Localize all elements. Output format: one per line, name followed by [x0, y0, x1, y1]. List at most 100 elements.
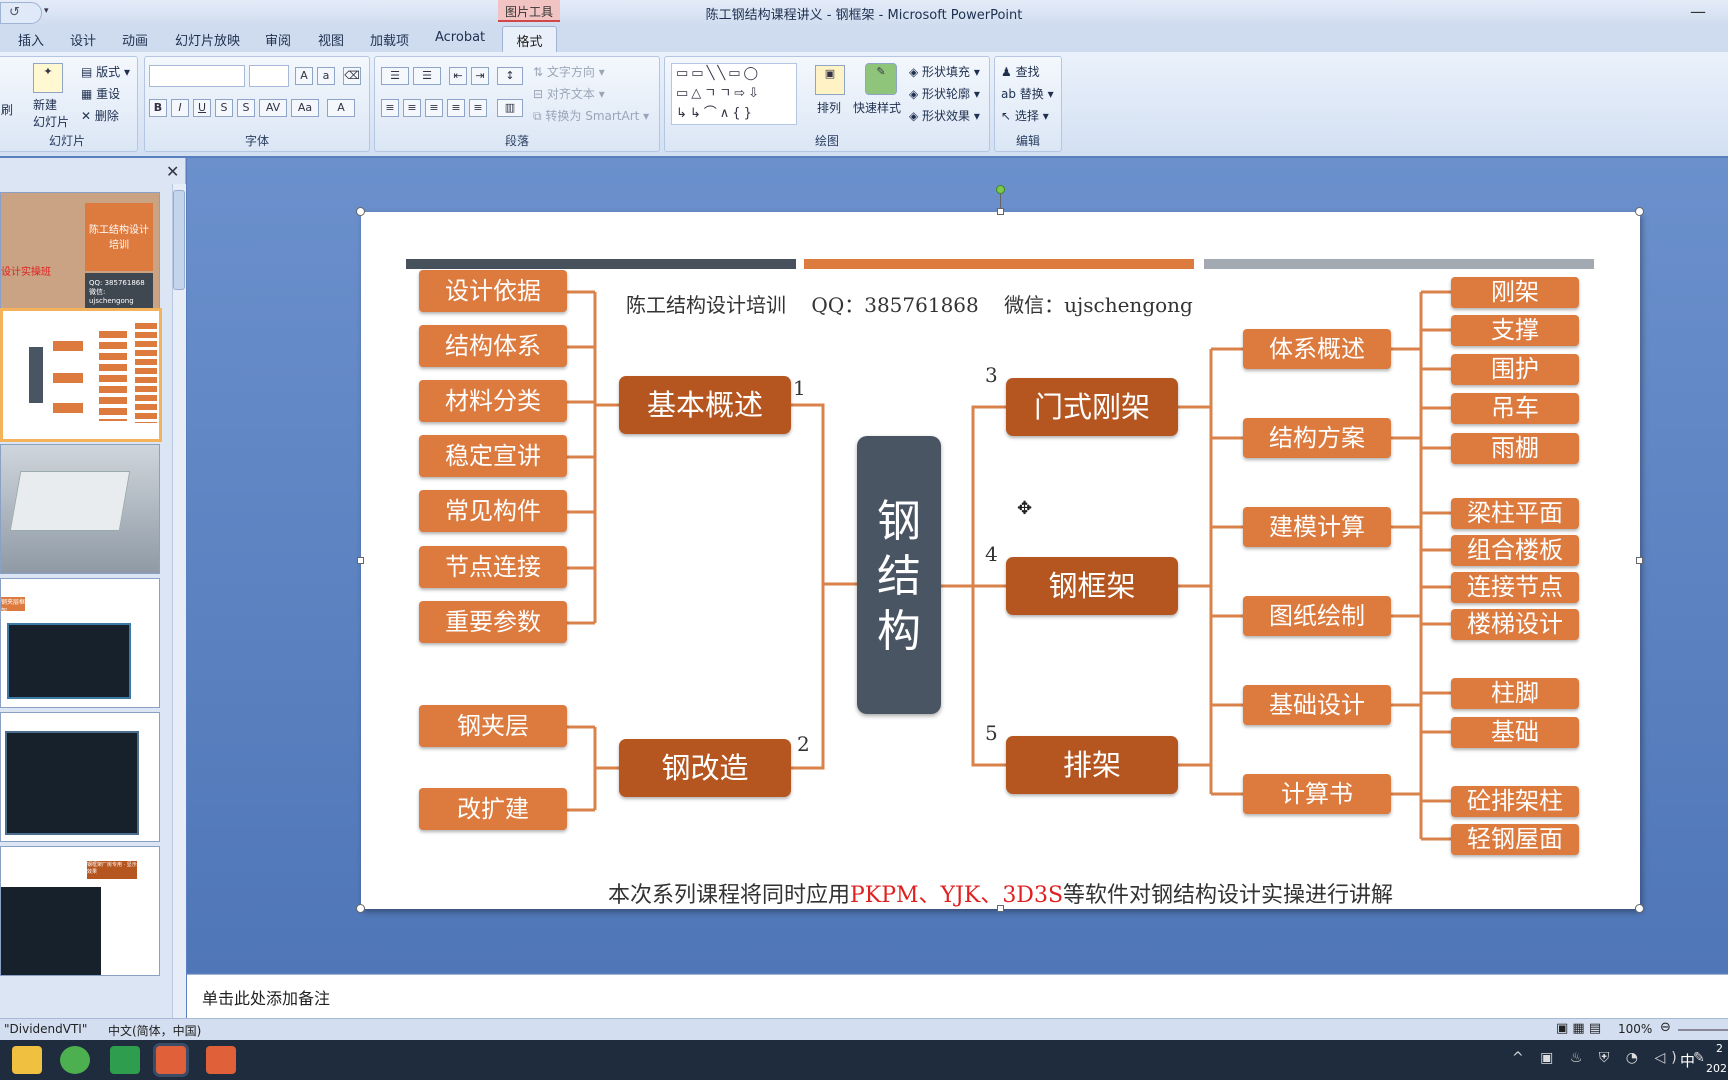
thumb-building-image — [9, 471, 131, 531]
app-c-orange-icon[interactable] — [206, 1046, 236, 1074]
line-spacing-icon[interactable]: ↕ — [497, 67, 523, 85]
font-color-icon[interactable]: A — [327, 99, 355, 117]
file-explorer-icon[interactable] — [12, 1046, 42, 1074]
tab-addins[interactable]: 加载项 — [370, 30, 409, 49]
shape-effects-button[interactable]: ◈ 形状效果 ▾ — [909, 107, 980, 124]
slide[interactable]: 陈工结构设计培训 QQ：385761868 微信：ujschengong 钢结构… — [356, 185, 1644, 913]
arrange-button[interactable]: 排列 — [817, 99, 841, 116]
shapes-gallery[interactable]: ▭▭╲╲▭◯ ▭△ㄱㄱ⇨⇩ ↳↳⌒∧{} — [671, 63, 797, 125]
columns-icon[interactable]: ▥ — [497, 99, 523, 117]
thumb-node — [53, 373, 83, 383]
clock-date[interactable]: 202 — [1706, 1062, 1727, 1075]
zoom-out-icon[interactable]: ⊖ — [1660, 1020, 1671, 1035]
shape-outline-label: 形状轮廓 — [922, 87, 971, 101]
resize-handle[interactable] — [997, 208, 1004, 215]
font-name-box[interactable] — [149, 65, 245, 87]
increase-indent-icon[interactable]: ⇥ — [471, 67, 489, 85]
minimize-icon[interactable]: — — [1690, 2, 1706, 21]
tab-animation[interactable]: 动画 — [122, 30, 148, 49]
slide-thumbnail-4[interactable]: 钢夹层框架 — [0, 578, 160, 708]
spacing-icon[interactable]: AV — [259, 99, 287, 117]
replace-button[interactable]: ab 替换 ▾ — [1001, 85, 1054, 102]
arrange-icon[interactable]: ▣ — [815, 65, 845, 95]
align-left-icon[interactable]: ≡ — [381, 99, 399, 117]
clock-time[interactable]: 2 — [1716, 1042, 1723, 1055]
clear-format-icon[interactable]: ⌫ — [343, 67, 361, 85]
editing-group-label: 编辑 — [1015, 134, 1040, 148]
distribute-icon[interactable]: ≡ — [469, 99, 487, 117]
resize-handle[interactable] — [1635, 904, 1644, 913]
font-size-box[interactable] — [249, 65, 289, 87]
tab-insert[interactable]: 插入 — [18, 30, 44, 49]
shadow-icon[interactable]: S — [237, 99, 255, 117]
view-buttons[interactable]: ▣ ▦ ▤ — [1556, 1021, 1601, 1036]
resize-handle[interactable] — [356, 904, 365, 913]
resize-handle[interactable] — [357, 557, 364, 564]
select-button[interactable]: ↖ 选择 ▾ — [1001, 107, 1049, 124]
align-right-icon[interactable]: ≡ — [425, 99, 443, 117]
paragraph-group: ☰ ☰ ⇤ ⇥ ↕ ≡ ≡ ≡ ≡ ≡ ▥ ⇅ 文字方向 ▾ ⊟ 对齐文本 ▾ … — [374, 56, 660, 152]
text-direction-button[interactable]: ⇅ 文字方向 ▾ — [533, 63, 605, 80]
change-case-icon[interactable]: Aa — [291, 99, 319, 117]
drawing-group: ▭▭╲╲▭◯ ▭△ㄱㄱ⇨⇩ ↳↳⌒∧{} ▣ 排列 ✎ 快速样式 ◈ 形状填充 ▾ … — [664, 56, 990, 152]
tab-acrobat[interactable]: Acrobat — [435, 30, 485, 45]
resize-handle[interactable] — [356, 207, 365, 216]
decrease-indent-icon[interactable]: ⇤ — [449, 67, 467, 85]
status-language[interactable]: 中文(简体，中国) — [108, 1022, 201, 1039]
justify-icon[interactable]: ≡ — [447, 99, 465, 117]
close-panel-icon[interactable]: ✕ — [166, 162, 179, 181]
slide-thumbnail-1[interactable]: 陈工结构设计培训 QQ: 385761868 微信: ujschengong 设计… — [0, 192, 160, 322]
slide-thumbnail-3[interactable] — [0, 444, 160, 574]
powerpoint-icon[interactable] — [156, 1046, 186, 1074]
shape-outline-button[interactable]: ◈ 形状轮廓 ▾ — [909, 85, 980, 102]
ime-indicator[interactable]: 中 — [1680, 1050, 1695, 1071]
layout-button[interactable]: ▤ 版式 ▾ — [81, 63, 130, 80]
delete-button[interactable]: ✕ 删除 — [81, 107, 119, 124]
format-painter-label[interactable]: 刷 — [1, 101, 13, 118]
zoom-slider[interactable] — [1678, 1029, 1728, 1031]
reset-button[interactable]: ▦ 重设 — [81, 85, 120, 102]
slide-thumbnail-2[interactable] — [0, 308, 162, 442]
detail-node: 基础 — [1451, 717, 1579, 748]
rotate-handle[interactable] — [996, 185, 1005, 194]
delete-label: 删除 — [94, 109, 119, 123]
thumb-node-list — [99, 331, 127, 421]
tab-review[interactable]: 审阅 — [265, 30, 291, 49]
branch-number: 4 — [985, 542, 998, 566]
new-slide-icon[interactable]: ✦ — [33, 63, 63, 93]
tab-design[interactable]: 设计 — [70, 30, 96, 49]
resize-handle[interactable] — [1635, 207, 1644, 216]
slide-thumbnail-5[interactable] — [0, 712, 160, 842]
tab-format[interactable]: 格式 — [502, 26, 557, 52]
bullets-icon[interactable]: ☰ — [381, 67, 409, 85]
shrink-font-icon[interactable]: a — [317, 67, 335, 85]
scrollbar-thumb[interactable] — [173, 190, 185, 290]
browser-icon[interactable] — [60, 1046, 90, 1074]
tab-slideshow[interactable]: 幻灯片放映 — [175, 30, 240, 49]
resize-handle[interactable] — [1636, 557, 1643, 564]
picture-tools-context: 图片工具 — [498, 0, 560, 22]
smartart-button[interactable]: ⧉ 转换为 SmartArt ▾ — [533, 107, 649, 124]
app-c-green-icon[interactable] — [110, 1046, 140, 1074]
ribbon-tabs: 插入 设计 动画 幻灯片放映 审阅 视图 加载项 Acrobat — [0, 26, 1728, 52]
find-button[interactable]: ♟ 查找 — [1001, 63, 1040, 80]
italic-icon[interactable]: I — [171, 99, 189, 117]
new-slide-button[interactable]: 新建 幻灯片 — [33, 97, 69, 131]
resize-handle[interactable] — [997, 905, 1004, 912]
thumbnail-scrollbar[interactable] — [172, 184, 186, 1018]
tab-view[interactable]: 视图 — [318, 30, 344, 49]
grow-font-icon[interactable]: A — [295, 67, 313, 85]
quick-styles-button[interactable]: 快速样式 — [853, 99, 901, 116]
align-text-button[interactable]: ⊟ 对齐文本 ▾ — [533, 85, 605, 102]
sub-topic-node: 建模计算 — [1243, 507, 1391, 547]
zoom-level[interactable]: 100% — [1618, 1022, 1652, 1036]
quick-styles-icon[interactable]: ✎ — [865, 63, 897, 95]
shape-fill-button[interactable]: ◈ 形状填充 ▾ — [909, 63, 980, 80]
numbering-icon[interactable]: ☰ — [413, 67, 441, 85]
notes-pane[interactable]: 单击此处添加备注 — [187, 974, 1728, 1018]
align-center-icon[interactable]: ≡ — [403, 99, 421, 117]
slide-thumbnail-6[interactable]: 钢框架厂房专用 · 显示效果 — [0, 846, 160, 976]
underline-icon[interactable]: U — [193, 99, 211, 117]
bold-icon[interactable]: B — [149, 99, 167, 117]
strike-icon[interactable]: S — [215, 99, 233, 117]
